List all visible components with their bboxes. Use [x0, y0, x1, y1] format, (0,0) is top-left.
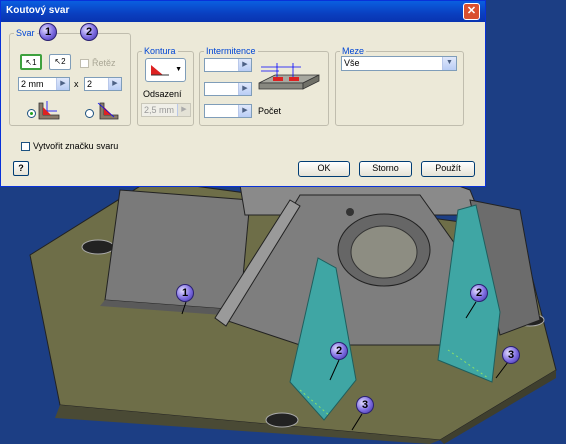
fillet-weld-icon: [38, 101, 60, 120]
offset-input[interactable]: 2,5 mm ▶: [141, 103, 191, 117]
chevron-down-icon[interactable]: ▼: [442, 57, 456, 70]
chain-label: Řetěz: [92, 58, 116, 68]
apply-button[interactable]: Použít: [421, 161, 475, 177]
chevron-right-icon[interactable]: ▶: [108, 78, 121, 90]
offset-value: 2,5 mm: [144, 105, 175, 115]
extent-value: Vše: [344, 58, 360, 68]
dialog-title: Koutový svar: [6, 5, 70, 16]
count-label: Počet: [258, 106, 282, 116]
callout-model-1: 1: [176, 284, 194, 302]
select-face-2-label: 2: [61, 57, 66, 66]
weld-type-radio-1[interactable]: [27, 109, 36, 118]
select-face-2-button[interactable]: ↖2: [49, 54, 71, 70]
ok-label: OK: [317, 163, 331, 173]
close-icon[interactable]: ✕: [463, 3, 480, 20]
cancel-label: Storno: [372, 163, 399, 173]
contour-dropdown-button[interactable]: ▼: [145, 58, 186, 82]
extent-select[interactable]: Vše ▼: [341, 56, 457, 71]
help-icon: ?: [18, 163, 24, 173]
cancel-button[interactable]: Storno: [359, 161, 412, 177]
callout-model-2b: 2: [470, 284, 488, 302]
group-svar-legend: Svar: [16, 28, 35, 38]
fillet-weld-alt-icon: [97, 102, 119, 120]
callout-dialog-1: 1: [39, 23, 57, 41]
callout-model-3a: 3: [502, 346, 520, 364]
ok-button[interactable]: OK: [298, 161, 350, 177]
size-1-input[interactable]: 2 mm ▶: [18, 77, 70, 91]
create-weld-symbol-label: Vytvořit značku svaru: [33, 141, 119, 151]
group-kontura-legend: Kontura: [144, 46, 176, 56]
group-meze-legend: Meze: [342, 46, 365, 56]
times-label: x: [74, 79, 79, 89]
size-2-value: 2: [87, 79, 93, 89]
select-face-1-button[interactable]: ↖1: [20, 54, 42, 70]
create-weld-symbol-checkbox[interactable]: [21, 142, 30, 151]
intermittence-length-input[interactable]: ▶: [204, 58, 252, 72]
size-1-value: 2 mm: [21, 79, 44, 89]
apply-label: Použít: [435, 163, 461, 173]
chain-checkbox[interactable]: [80, 59, 89, 68]
offset-label: Odsazení: [143, 89, 182, 99]
fillet-weld-dialog: Koutový svar ✕ Svar ↖1 ↖2 Řetěz 2 mm ▶ x…: [0, 0, 486, 187]
callout-model-3b: 3: [356, 396, 374, 414]
weld-type-radio-2[interactable]: [85, 109, 94, 118]
chevron-right-icon[interactable]: ▶: [238, 59, 251, 71]
title-bar[interactable]: Koutový svar ✕: [1, 1, 485, 22]
chevron-right-icon[interactable]: ▶: [177, 104, 190, 116]
chevron-right-icon[interactable]: ▶: [238, 83, 251, 95]
callout-model-2a: 2: [330, 342, 348, 360]
callout-dialog-2: 2: [80, 23, 98, 41]
intermittence-count-input[interactable]: ▶: [204, 104, 252, 118]
chevron-down-icon: ▼: [175, 66, 182, 73]
size-2-input[interactable]: 2 ▶: [84, 77, 122, 91]
chevron-right-icon[interactable]: ▶: [238, 105, 251, 117]
help-button[interactable]: ?: [13, 161, 29, 176]
intermittence-spacing-input[interactable]: ▶: [204, 82, 252, 96]
intermittent-weld-diagram-icon: [258, 63, 320, 90]
group-intermittence-legend: Intermitence: [206, 46, 256, 56]
select-face-1-label: 1: [32, 58, 37, 67]
chevron-right-icon[interactable]: ▶: [56, 78, 69, 90]
contour-flat-icon: [151, 65, 169, 76]
